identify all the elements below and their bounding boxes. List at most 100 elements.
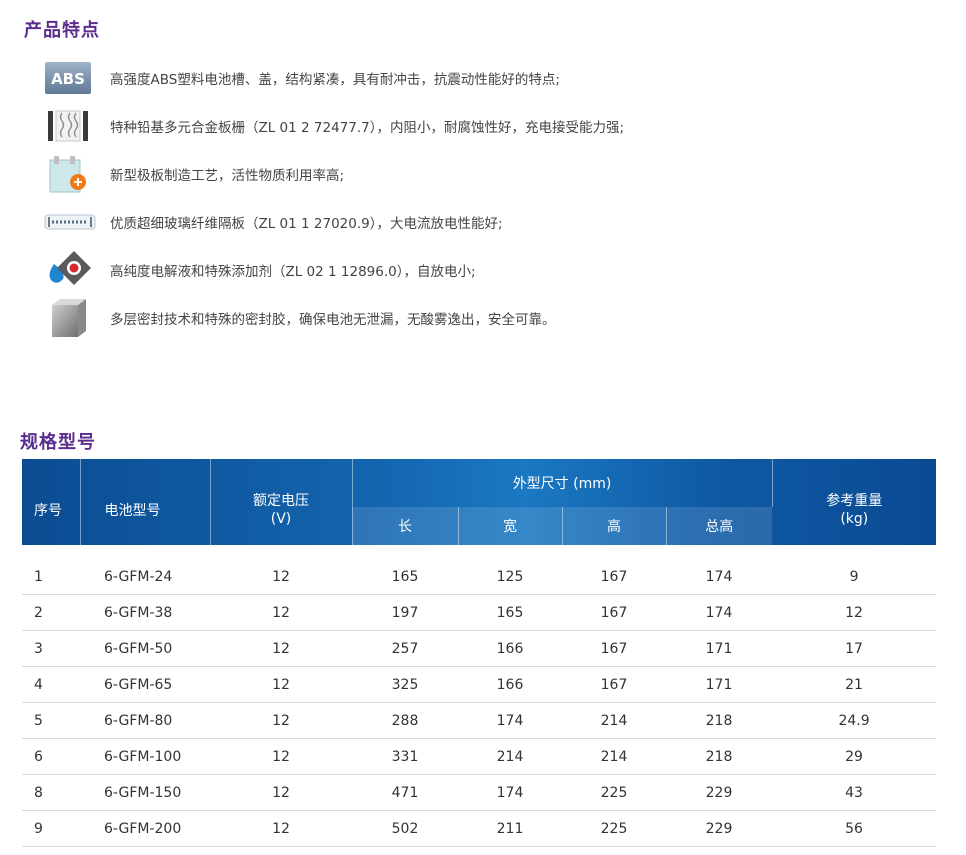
- spec-rows: 1 6-GFM-24 12 165 125 167 174 9 2 6-GFM-38 12 197 16…: [22, 559, 937, 847]
- table-cell: 6-GFM-38: [80, 594, 210, 631]
- spec-table: 序号 电池型号 额定电压 (V) 外型尺寸 (mm) 参考重量 (kg) 长 宽…: [22, 459, 937, 847]
- table-cell: 229: [666, 810, 773, 847]
- lead-grid-icon: [44, 104, 102, 148]
- header-voltage: 额定电压 (V): [210, 459, 353, 545]
- table-cell: 6-GFM-80: [80, 702, 210, 739]
- table-cell: 9: [22, 810, 80, 847]
- feature-text: 多层密封技术和特殊的密封胶，确保电池无泄漏，无酸雾逸出，安全可靠。: [110, 312, 556, 328]
- table-cell: 174: [666, 594, 773, 631]
- table-cell: 12: [210, 774, 352, 811]
- table-cell: 165: [458, 594, 562, 631]
- table-cell: 167: [562, 559, 666, 595]
- table-cell: 171: [666, 666, 773, 703]
- table-cell: 17: [772, 630, 937, 667]
- table-row: 9 6-GFM-200 12 502 211 225 229 56: [22, 810, 937, 847]
- table-cell: 171: [666, 630, 773, 667]
- table-cell: 166: [458, 630, 562, 667]
- table-cell: 12: [210, 559, 352, 595]
- table-cell: 471: [352, 774, 458, 811]
- table-cell: 331: [352, 738, 458, 775]
- table-cell: 6-GFM-100: [80, 738, 210, 775]
- table-cell: 174: [458, 702, 562, 739]
- table-cell: 166: [458, 666, 562, 703]
- feature-text: 高纯度电解液和特殊添加剂（ZL 02 1 12896.0），自放电小;: [110, 264, 476, 280]
- electrolyte-icon: [44, 248, 102, 292]
- table-cell: 29: [772, 738, 937, 775]
- table-cell: 6-GFM-200: [80, 810, 210, 847]
- table-cell: 214: [562, 702, 666, 739]
- table-cell: 218: [666, 702, 773, 739]
- table-cell: 225: [562, 774, 666, 811]
- table-row: 8 6-GFM-150 12 471 174 225 229 43: [22, 774, 937, 811]
- table-cell: 325: [352, 666, 458, 703]
- table-cell: 6-GFM-50: [80, 630, 210, 667]
- table-cell: 12: [210, 594, 352, 631]
- table-cell: 24.9: [772, 702, 937, 739]
- header-weight: 参考重量 (kg): [772, 459, 936, 545]
- table-cell: 9: [772, 559, 937, 595]
- feature-item: 特种铅基多元合金板栅（ZL 01 2 72477.7），内阻小，耐腐蚀性好，充电…: [44, 102, 944, 150]
- header-height: 高: [562, 507, 667, 545]
- table-cell: 167: [562, 666, 666, 703]
- table-cell: 214: [458, 738, 562, 775]
- table-cell: 1: [22, 559, 80, 595]
- feature-text: 优质超细玻璃纤维隔板（ZL 01 1 27020.9），大电流放电性能好;: [110, 216, 503, 232]
- table-cell: 214: [562, 738, 666, 775]
- feature-item: 新型极板制造工艺，活性物质利用率高;: [44, 150, 944, 198]
- table-cell: 12: [210, 810, 352, 847]
- table-row: 3 6-GFM-50 12 257 166 167 171 17: [22, 630, 937, 667]
- table-cell: 167: [562, 594, 666, 631]
- table-cell: 211: [458, 810, 562, 847]
- table-row: 1 6-GFM-24 12 165 125 167 174 9: [22, 559, 937, 595]
- table-cell: 288: [352, 702, 458, 739]
- table-cell: 12: [210, 738, 352, 775]
- specs-title: 规格型号: [20, 432, 96, 453]
- table-cell: 6-GFM-24: [80, 559, 210, 595]
- table-cell: 6-GFM-150: [80, 774, 210, 811]
- table-cell: 225: [562, 810, 666, 847]
- table-cell: 12: [210, 702, 352, 739]
- table-row: 6 6-GFM-100 12 331 214 214 218 29: [22, 738, 937, 775]
- header-width: 宽: [458, 507, 563, 545]
- table-cell: 21: [772, 666, 937, 703]
- table-cell: 197: [352, 594, 458, 631]
- feature-text: 特种铅基多元合金板栅（ZL 01 2 72477.7），内阻小，耐腐蚀性好，充电…: [110, 120, 625, 136]
- feature-item: 高纯度电解液和特殊添加剂（ZL 02 1 12896.0），自放电小;: [44, 246, 944, 294]
- header-total-height: 总高: [666, 507, 773, 545]
- table-cell: 12: [210, 630, 352, 667]
- feature-item: 优质超细玻璃纤维隔板（ZL 01 1 27020.9），大电流放电性能好;: [44, 198, 944, 246]
- table-cell: 257: [352, 630, 458, 667]
- features-title: 产品特点: [24, 20, 100, 41]
- header-model: 电池型号: [80, 459, 211, 545]
- header-no: 序号: [22, 459, 81, 545]
- table-cell: 167: [562, 630, 666, 667]
- plate-process-icon: [44, 152, 102, 196]
- header-weight-unit: (kg): [840, 510, 869, 527]
- table-cell: 43: [772, 774, 937, 811]
- table-cell: 6: [22, 738, 80, 775]
- feature-list: ABS 高强度ABS塑料电池槽、盖，结构紧凑，具有耐冲击，抗震动性能好的特点; …: [44, 54, 944, 342]
- table-cell: 3: [22, 630, 80, 667]
- table-cell: 6-GFM-65: [80, 666, 210, 703]
- table-cell: 229: [666, 774, 773, 811]
- table-cell: 12: [210, 666, 352, 703]
- table-cell: 174: [666, 559, 773, 595]
- header-dimensions: 外型尺寸 (mm): [352, 459, 773, 507]
- table-cell: 5: [22, 702, 80, 739]
- feature-text: 高强度ABS塑料电池槽、盖，结构紧凑，具有耐冲击，抗震动性能好的特点;: [110, 72, 560, 88]
- table-row: 5 6-GFM-80 12 288 174 214 218 24.9: [22, 702, 937, 739]
- header-voltage-label: 额定电压: [253, 492, 309, 509]
- header-length: 长: [352, 507, 459, 545]
- feature-item: 多层密封技术和特殊的密封胶，确保电池无泄漏，无酸雾逸出，安全可靠。: [44, 294, 944, 342]
- table-cell: 2: [22, 594, 80, 631]
- abs-label: ABS: [51, 70, 85, 88]
- table-cell: 502: [352, 810, 458, 847]
- table-cell: 12: [772, 594, 937, 631]
- abs-plastic-icon: ABS: [44, 56, 102, 100]
- header-voltage-unit: (V): [270, 510, 292, 527]
- table-cell: 218: [666, 738, 773, 775]
- table-cell: 125: [458, 559, 562, 595]
- table-cell: 165: [352, 559, 458, 595]
- table-row: 4 6-GFM-65 12 325 166 167 171 21: [22, 666, 937, 703]
- table-cell: 4: [22, 666, 80, 703]
